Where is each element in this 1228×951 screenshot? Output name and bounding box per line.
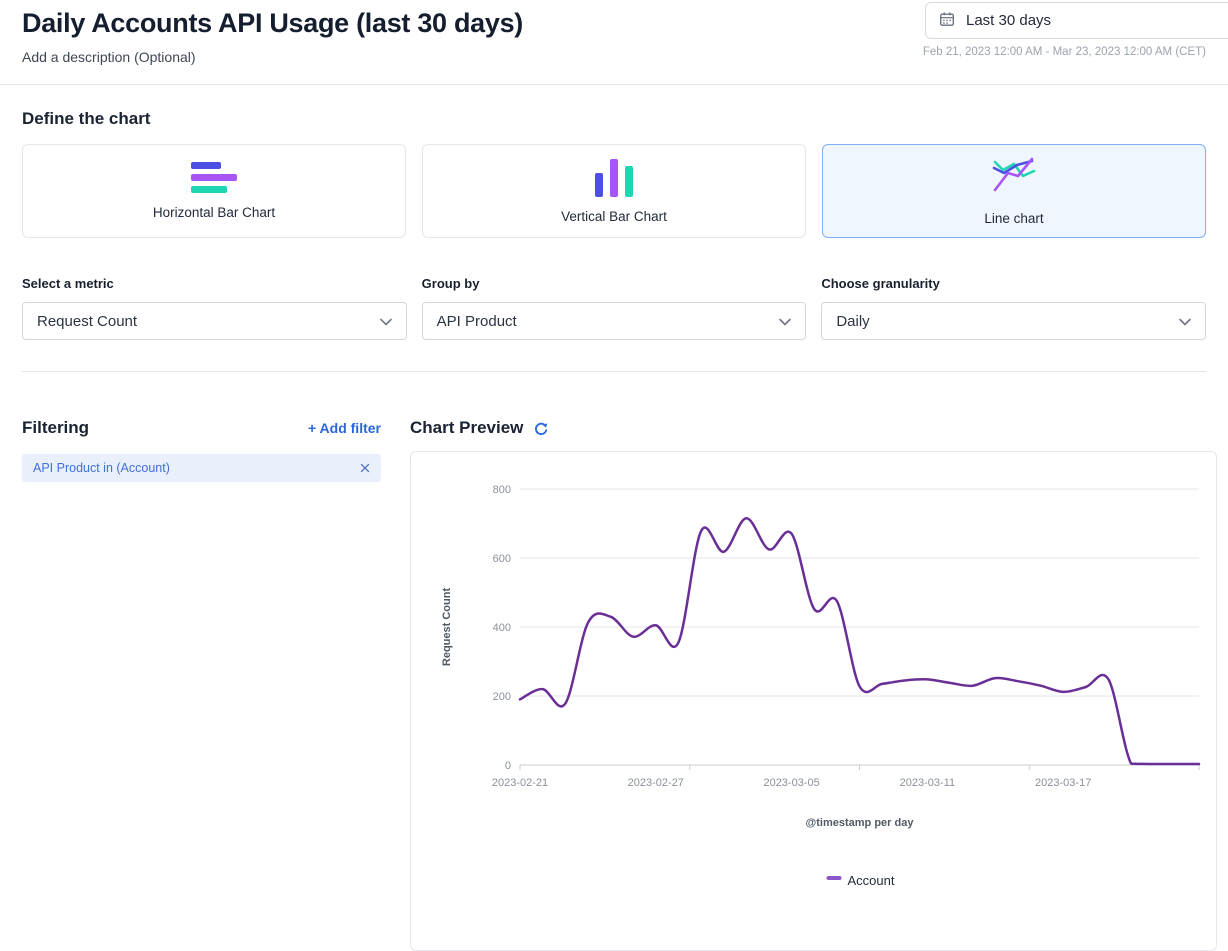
- chart-type-cards: Horizontal Bar Chart Vertical Bar Chart …: [22, 144, 1206, 238]
- metric-select[interactable]: Request Count: [22, 302, 407, 340]
- svg-text:2023-02-21: 2023-02-21: [492, 777, 548, 789]
- line-chart-icon: [991, 156, 1037, 199]
- svg-text:0: 0: [505, 760, 511, 772]
- group-by-control: Group by API Product: [422, 276, 807, 340]
- svg-text:400: 400: [493, 622, 511, 634]
- svg-text:800: 800: [493, 484, 511, 496]
- svg-text:2023-02-27: 2023-02-27: [628, 777, 684, 789]
- group-by-label: Group by: [422, 276, 807, 291]
- granularity-select[interactable]: Daily: [821, 302, 1206, 340]
- date-range-text: Feb 21, 2023 12:00 AM - Mar 23, 2023 12:…: [923, 46, 1206, 58]
- filter-chip[interactable]: API Product in (Account): [22, 454, 381, 482]
- metric-control: Select a metric Request Count: [22, 276, 407, 340]
- metric-label: Select a metric: [22, 276, 407, 291]
- granularity-value: Daily: [836, 313, 869, 330]
- chevron-down-icon: [779, 313, 791, 330]
- horizontal-bar-chart-icon: [191, 162, 237, 193]
- svg-text:2023-03-05: 2023-03-05: [763, 777, 819, 789]
- filtering-heading: Filtering: [22, 418, 89, 438]
- filtering-panel: Filtering + Add filter API Product in (A…: [22, 418, 381, 951]
- svg-text:600: 600: [493, 553, 511, 565]
- chart-type-line[interactable]: Line chart: [822, 144, 1206, 238]
- metric-value: Request Count: [37, 313, 137, 330]
- close-icon[interactable]: [360, 463, 370, 473]
- chart-type-label: Line chart: [984, 211, 1043, 226]
- svg-text:Account: Account: [848, 873, 895, 888]
- chart-type-horizontal-bar[interactable]: Horizontal Bar Chart: [22, 144, 406, 238]
- chart-type-vertical-bar[interactable]: Vertical Bar Chart: [422, 144, 806, 238]
- add-filter-button[interactable]: + Add filter: [308, 420, 381, 436]
- chart-type-label: Horizontal Bar Chart: [153, 205, 275, 220]
- refresh-icon[interactable]: [533, 421, 549, 437]
- chart-preview-heading: Chart Preview: [410, 418, 523, 438]
- chart-preview-box: 0 200 400 600 800 2023-02-21 2023-02-27 2023-03…: [410, 451, 1217, 951]
- svg-text:200: 200: [493, 691, 511, 703]
- chevron-down-icon: [1179, 313, 1191, 330]
- calendar-icon: [939, 11, 955, 31]
- preview-chart-svg: 0 200 400 600 800 2023-02-21 2023-02-27 2023-03…: [411, 452, 1216, 922]
- svg-text:2023-03-11: 2023-03-11: [900, 777, 955, 789]
- chart-preview-panel: Chart Preview 0 200 400 600 800 2023-02-21 202…: [410, 418, 1217, 951]
- group-by-value: API Product: [437, 313, 517, 330]
- svg-text:@timestamp per day: @timestamp per day: [806, 817, 915, 829]
- section-divider: [22, 371, 1206, 372]
- header-divider: [0, 84, 1228, 85]
- date-range-picker[interactable]: Last 30 days: [925, 2, 1228, 39]
- group-by-select[interactable]: API Product: [422, 302, 807, 340]
- svg-text:2023-03-17: 2023-03-17: [1035, 777, 1091, 789]
- vertical-bar-chart-icon: [595, 159, 633, 197]
- svg-text:Request Count: Request Count: [441, 588, 453, 667]
- date-range-label: Last 30 days: [966, 12, 1051, 29]
- chevron-down-icon: [380, 313, 392, 330]
- chart-type-label: Vertical Bar Chart: [561, 209, 667, 224]
- define-chart-heading: Define the chart: [22, 109, 1206, 129]
- granularity-label: Choose granularity: [821, 276, 1206, 291]
- filter-chip-text: API Product in (Account): [33, 461, 170, 475]
- granularity-control: Choose granularity Daily: [821, 276, 1206, 340]
